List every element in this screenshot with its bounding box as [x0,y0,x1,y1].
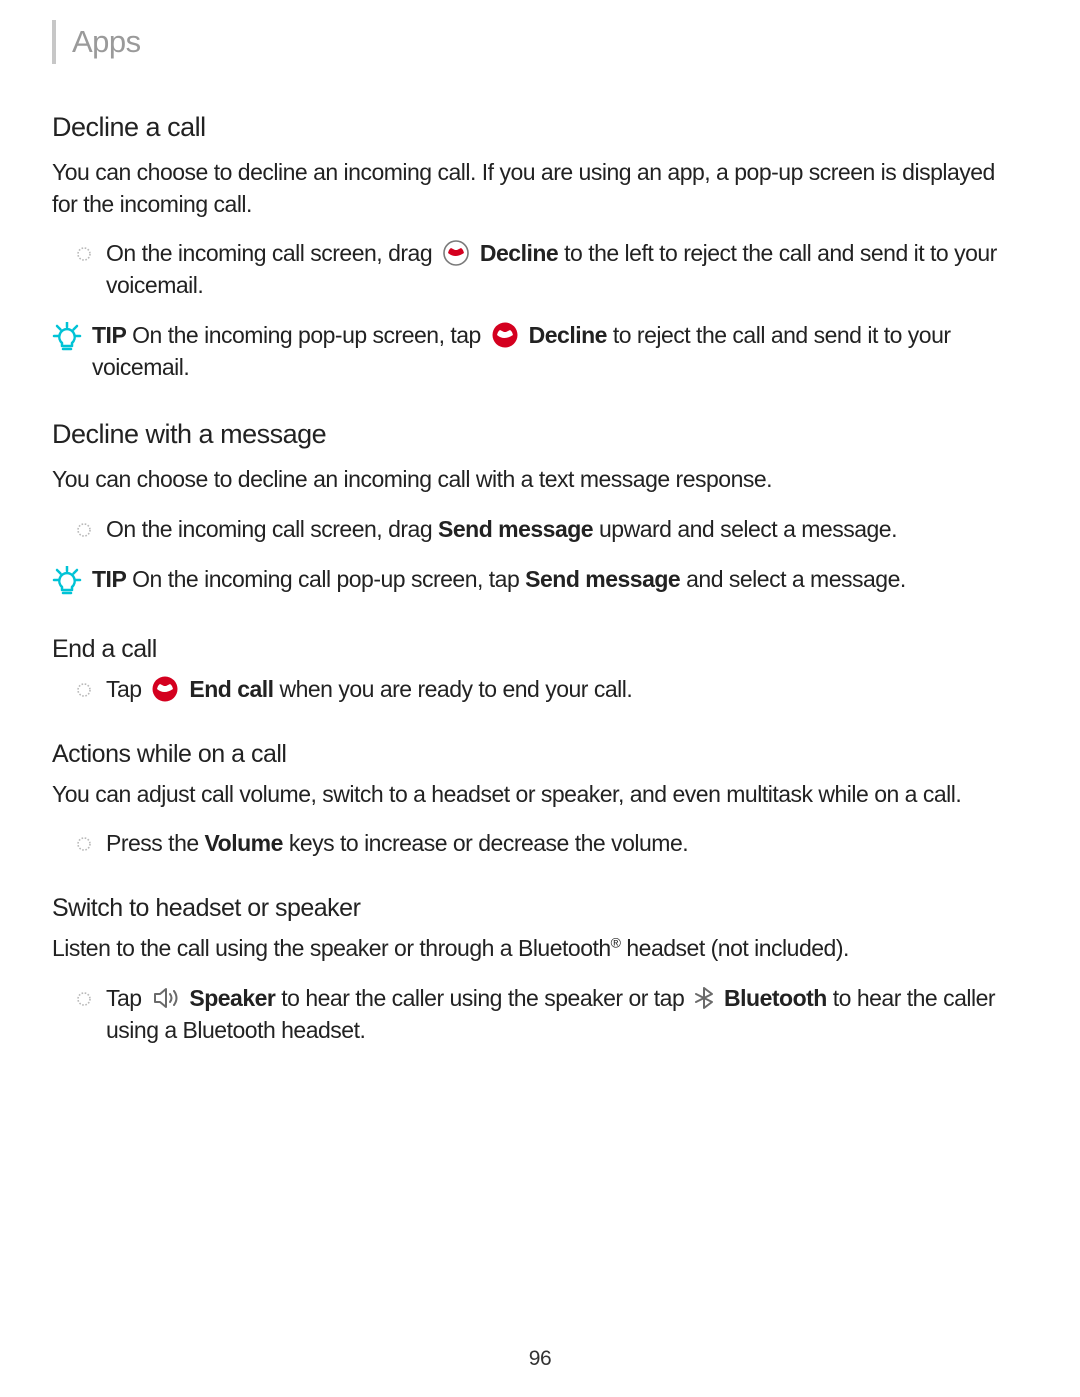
bluetooth-bold: Bluetooth [724,985,827,1011]
bullet-ring-icon [76,836,92,852]
bullet-ring-icon [76,246,92,262]
switch-bullet-content: Tap Speaker to hear the caller using the… [106,983,1024,1046]
bluetooth-icon [694,984,714,1012]
send-message-bold: Send message [438,516,593,542]
tip-bulb-icon [52,322,82,357]
text: Listen to the call using the speaker or … [52,935,611,961]
subsection-title-actions: Actions while on a call [52,740,1024,769]
speaker-icon [151,984,179,1012]
text: upward and select a message. [599,516,897,542]
end-call-icon [151,675,179,703]
decline-msg-tip: TIP On the incoming call pop-up screen, … [52,564,1024,601]
decline-bullet-content: On the incoming call screen, drag Declin… [106,238,1024,301]
page-header: Apps [52,20,1024,64]
text: keys to increase or decrease the volume. [289,830,688,856]
text: headset (not included). [621,935,849,961]
actions-intro: You can adjust call volume, switch to a … [52,779,1024,811]
decline-msg-bullet-content: On the incoming call screen, drag Send m… [106,514,897,546]
bullet-ring-icon [76,991,92,1007]
text: Tap [106,676,147,702]
decline-msg-bullet: On the incoming call screen, drag Send m… [76,514,1024,546]
text: and select a message. [686,566,906,592]
text: Press the [106,830,205,856]
subsection-title-switch: Switch to headset or speaker [52,894,1024,923]
decline-call-outline-icon [442,239,470,267]
text: On the incoming call screen, drag [106,516,438,542]
text: to hear the caller using the speaker or … [281,985,690,1011]
bullet-ring-icon [76,682,92,698]
decline-bullet: On the incoming call screen, drag Declin… [76,238,1024,301]
end-bullet: Tap End call when you are ready to end y… [76,674,1024,706]
switch-intro: Listen to the call using the speaker or … [52,933,1024,965]
tip-label: TIP [92,566,126,592]
decline-tip-bold: Decline [529,322,607,348]
end-bullet-content: Tap End call when you are ready to end y… [106,674,632,706]
text: when you are ready to end your call. [279,676,632,702]
end-call-bold: End call [189,676,273,702]
decline-tip: TIP On the incoming pop-up screen, tap D… [52,320,1024,383]
section-title-decline: Decline a call [52,112,1024,143]
header-accent-bar [52,20,56,64]
text: On the incoming call screen, drag [106,240,438,266]
header-title: Apps [72,24,141,60]
decline-tip-content: TIP On the incoming pop-up screen, tap D… [92,320,1024,383]
tip-label: TIP [92,322,126,348]
tip-bulb-icon [52,566,82,601]
registered-mark: ® [611,934,621,950]
section-title-decline-msg: Decline with a message [52,419,1024,450]
actions-bullet-content: Press the Volume keys to increase or dec… [106,828,688,860]
page-number: 96 [0,1347,1080,1371]
decline-msg-tip-content: TIP On the incoming call pop-up screen, … [92,564,906,596]
text: On the incoming call pop-up screen, tap [132,566,525,592]
actions-bullet: Press the Volume keys to increase or dec… [76,828,1024,860]
speaker-bold: Speaker [189,985,275,1011]
subsection-title-end: End a call [52,635,1024,664]
decline-bold: Decline [480,240,558,266]
decline-call-filled-icon [491,321,519,349]
text: Tap [106,985,147,1011]
document-page: Apps Decline a call You can choose to de… [0,0,1080,1397]
send-message-tip-bold: Send message [525,566,680,592]
decline-msg-intro: You can choose to decline an incoming ca… [52,464,1024,496]
bullet-ring-icon [76,522,92,538]
decline-intro: You can choose to decline an incoming ca… [52,157,1024,220]
volume-bold: Volume [205,830,283,856]
switch-bullet: Tap Speaker to hear the caller using the… [76,983,1024,1046]
text: On the incoming pop-up screen, tap [132,322,487,348]
